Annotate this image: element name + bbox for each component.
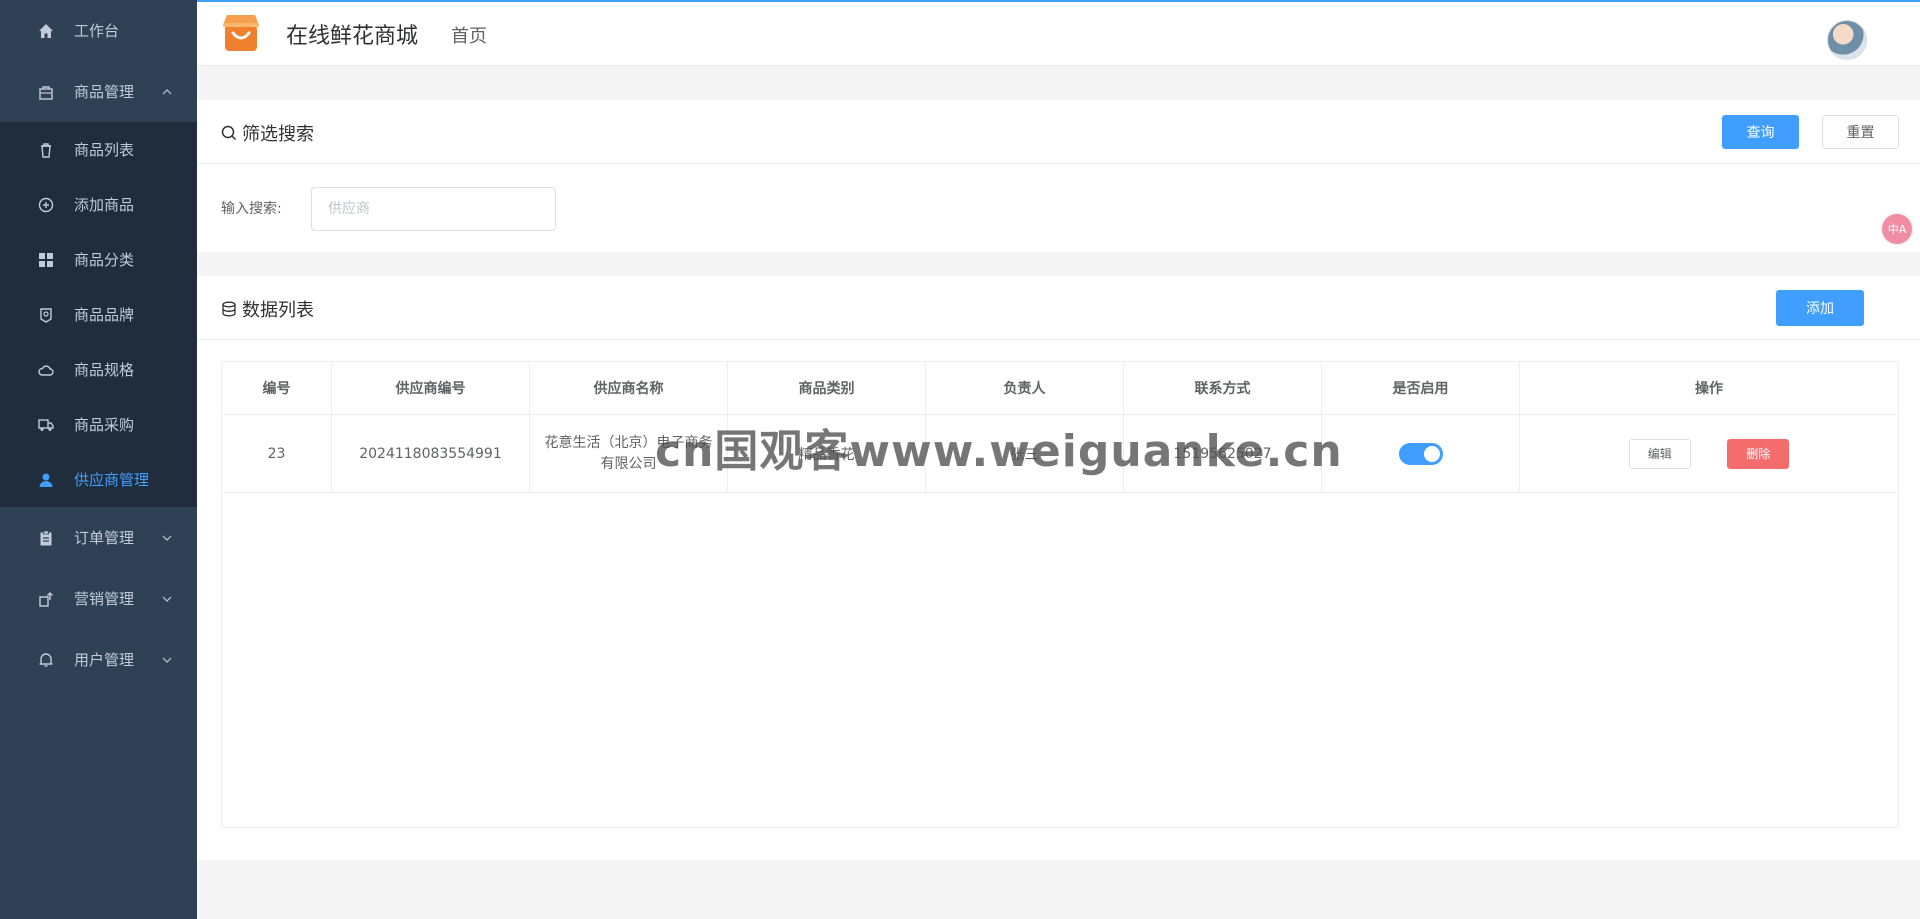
sidebar-item-label: 订单管理 (74, 529, 135, 547)
supplier-search-input[interactable] (311, 187, 556, 231)
filter-header: 筛选搜索 查询 重置 (197, 100, 1920, 164)
bell-icon (37, 651, 55, 669)
sidebar-item-label: 商品分类 (74, 251, 135, 269)
table-header-row: 编号 供应商编号 供应商名称 商品类别 负责人 联系方式 是否启用 操作 (221, 361, 1899, 415)
sidebar-item-orders[interactable]: 订单管理 (0, 507, 197, 568)
chevron-down-icon (162, 535, 172, 541)
sidebar-item-dashboard[interactable]: 工作台 (0, 0, 197, 61)
translate-icon[interactable]: 中A (1882, 214, 1912, 244)
list-header: 数据列表 添加 (197, 276, 1920, 340)
column-header: 供应商名称 (529, 361, 728, 415)
breadcrumb-home[interactable]: 首页 (451, 22, 487, 48)
site-title: 在线鲜花商城 (286, 24, 419, 49)
cell-id: 23 (221, 414, 332, 493)
sidebar-item-category[interactable]: 商品分类 (0, 232, 197, 287)
sidebar-item-label: 商品采购 (74, 416, 135, 434)
column-header: 编号 (221, 361, 332, 415)
cell-enabled (1321, 414, 1520, 493)
top-navbar: 在线鲜花商城 首页 (197, 0, 1920, 66)
cell-supplier-name: 花意生活（北京）电子商务有限公司 (529, 414, 728, 493)
column-header: 供应商编号 (331, 361, 530, 415)
database-icon (222, 301, 236, 317)
list-title-text: 数据列表 (242, 300, 314, 321)
avatar[interactable] (1827, 20, 1867, 60)
filter-panel: 筛选搜索 查询 重置 输入搜索: (197, 100, 1920, 252)
filter-title-text: 筛选搜索 (242, 124, 314, 145)
data-list-panel: 数据列表 添加 编号 供应商编号 供应商名称 商品类别 负责人 联系方式 是否启… (197, 276, 1920, 860)
supplier-table: 编号 供应商编号 供应商名称 商品类别 负责人 联系方式 是否启用 操作 23 … (221, 361, 1899, 493)
column-header: 负责人 (925, 361, 1124, 415)
cell-actions: 编辑 删除 (1519, 414, 1899, 493)
sidebar-item-label: 商品管理 (74, 83, 135, 101)
search-label: 输入搜索: (221, 201, 282, 217)
column-header: 操作 (1519, 361, 1899, 415)
bag-icon (37, 83, 55, 101)
sidebar-item-add-product[interactable]: 添加商品 (0, 177, 197, 232)
sidebar-item-purchase[interactable]: 商品采购 (0, 397, 197, 452)
delete-button[interactable]: 删除 (1727, 438, 1790, 469)
edit-button[interactable]: 编辑 (1628, 438, 1691, 469)
cell-category: 精品香花 (727, 414, 926, 493)
sidebar-item-label: 营销管理 (74, 590, 135, 608)
sidebar-item-marketing[interactable]: 营销管理 (0, 568, 197, 629)
sidebar-item-label: 添加商品 (74, 196, 135, 214)
shop-logo-icon[interactable] (219, 11, 263, 55)
sidebar-item-product-list[interactable]: 商品列表 (0, 122, 197, 177)
cell-supplier-code: 2024118083554991 (331, 414, 530, 493)
sidebar-item-users[interactable]: 用户管理 (0, 629, 197, 690)
sidebar: 工作台 商品管理 商品列表 添加商品 商品分类 商品品牌 商品规格 商品采购 供… (0, 0, 197, 919)
chevron-down-icon (162, 596, 172, 602)
sidebar-item-suppliers[interactable]: 供应商管理 (0, 452, 197, 507)
chevron-up-icon (162, 88, 172, 94)
column-header: 是否启用 (1321, 361, 1520, 415)
home-icon (37, 22, 55, 40)
cell-contact: 15195625027 (1123, 414, 1322, 493)
cloud-icon (37, 361, 55, 379)
chevron-down-icon (162, 657, 172, 663)
column-header: 联系方式 (1123, 361, 1322, 415)
trash-bag-icon (37, 141, 55, 159)
sidebar-item-products[interactable]: 商品管理 (0, 61, 197, 122)
toggle-knob (1423, 445, 1440, 462)
filter-title: 筛选搜索 (221, 120, 314, 146)
list-title: 数据列表 (221, 296, 314, 322)
clipboard-icon (37, 529, 55, 547)
plus-circle-icon (37, 196, 55, 214)
user-icon (37, 471, 55, 489)
sidebar-item-label: 工作台 (74, 22, 120, 40)
add-supplier-button[interactable]: 添加 (1776, 290, 1864, 326)
cell-manager: 张三 (925, 414, 1124, 493)
marketing-icon (37, 590, 55, 608)
sidebar-item-spec[interactable]: 商品规格 (0, 342, 197, 397)
grid-icon (37, 251, 55, 269)
sidebar-item-label: 商品规格 (74, 361, 135, 379)
column-header: 商品类别 (727, 361, 926, 415)
sidebar-item-label: 商品列表 (74, 141, 135, 159)
truck-icon (37, 416, 55, 434)
sidebar-item-brand[interactable]: 商品品牌 (0, 287, 197, 342)
reset-button[interactable]: 重置 (1822, 115, 1899, 149)
sidebar-item-label: 用户管理 (74, 651, 135, 669)
enabled-toggle[interactable] (1398, 442, 1443, 465)
search-icon (221, 125, 237, 141)
sidebar-item-label: 供应商管理 (74, 471, 150, 489)
sidebar-item-label: 商品品牌 (74, 306, 135, 324)
products-submenu: 商品列表 添加商品 商品分类 商品品牌 商品规格 商品采购 供应商管理 (0, 122, 197, 507)
query-button[interactable]: 查询 (1722, 115, 1799, 149)
badge-icon (37, 306, 55, 324)
table-row: 23 2024118083554991 花意生活（北京）电子商务有限公司 精品香… (221, 414, 1899, 493)
